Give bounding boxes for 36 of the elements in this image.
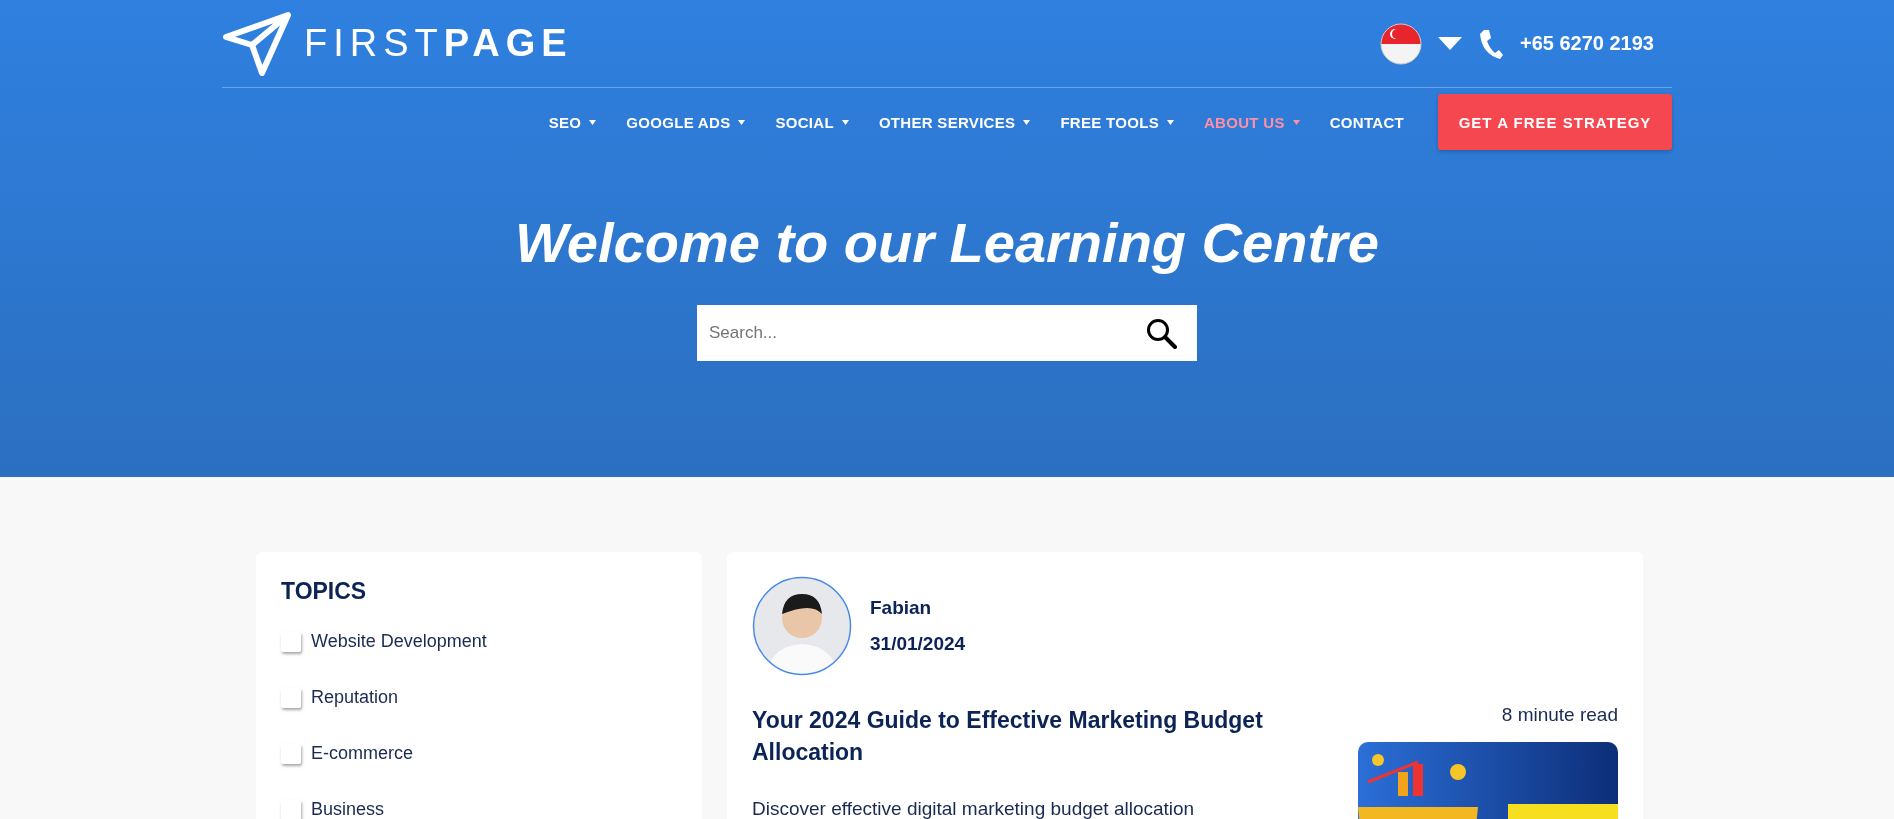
caret-icon: [1023, 119, 1031, 125]
topic-label[interactable]: Reputation: [311, 687, 399, 708]
checkbox[interactable]: [281, 799, 301, 819]
nav-link[interactable]: OTHER SERVICES: [878, 113, 1031, 131]
nav-link[interactable]: GOOGLE ADS: [626, 113, 746, 131]
topics-heading: TOPICS: [281, 578, 368, 605]
nav-link[interactable]: SOCIAL: [775, 113, 849, 131]
nav-link[interactable]: SEO: [548, 113, 597, 131]
topic-label[interactable]: Website Development: [311, 631, 487, 652]
caret-icon: [841, 119, 849, 125]
paper-plane-icon: [222, 10, 292, 77]
caret-icon[interactable]: [1437, 36, 1462, 51]
topic-label[interactable]: Business: [311, 799, 385, 819]
caret-icon: [1166, 119, 1174, 125]
checkbox[interactable]: [281, 631, 301, 652]
phone-icon: [1477, 27, 1504, 60]
post-date: 31/01/2024: [870, 633, 966, 655]
logo-text[interactable]: FIRST PAGE: [304, 22, 573, 65]
caret-icon: [1292, 119, 1300, 125]
author-name[interactable]: Fabian: [870, 597, 966, 619]
caret-icon: [589, 119, 597, 125]
page-title: Welcome to our Learning Centre: [515, 210, 1379, 275]
search-field[interactable]: Search...: [697, 305, 1197, 361]
checkbox[interactable]: [281, 743, 301, 764]
search-icon[interactable]: [1145, 317, 1177, 349]
nav-link[interactable]: FREE TOOLS: [1060, 113, 1174, 131]
article-excerpt: Discover effective digital marketing budget allocation: [752, 798, 1196, 819]
flag-icon[interactable]: [1379, 22, 1422, 65]
topic-label[interactable]: E-commerce: [311, 743, 413, 764]
read-time: 8 minute read: [1501, 704, 1618, 726]
phone-number[interactable]: +65 6270 2193: [1519, 32, 1654, 55]
article-title[interactable]: Your 2024 Guide to Effective Marketing Budget Allocation: [752, 704, 1312, 768]
checkbox[interactable]: [281, 687, 301, 708]
caret-icon: [738, 119, 746, 125]
nav-link[interactable]: CONTACT: [1329, 113, 1404, 131]
strategy-button[interactable]: GET A FREE STRATEGY: [1438, 94, 1672, 150]
